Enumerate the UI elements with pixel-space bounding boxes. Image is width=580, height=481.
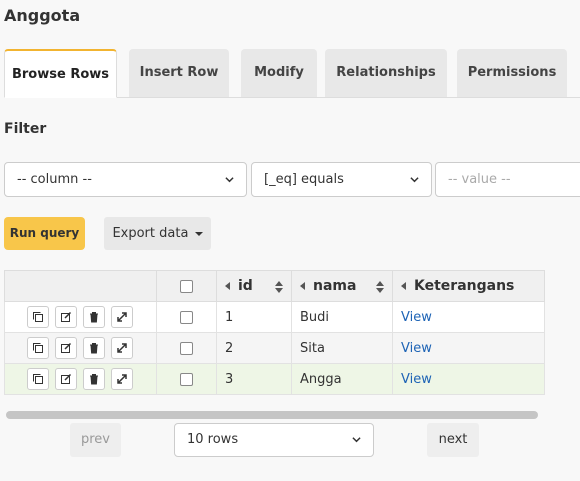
row-select-cell bbox=[156, 363, 217, 395]
delete-row-button[interactable] bbox=[83, 368, 105, 390]
row-checkbox[interactable] bbox=[180, 310, 193, 324]
edit-row-button[interactable] bbox=[55, 337, 77, 359]
cell-id: 1 bbox=[216, 301, 292, 333]
chevron-down-icon bbox=[225, 177, 234, 183]
table-header-row: id nama Keterangans bbox=[4, 270, 545, 302]
sort-icon[interactable] bbox=[376, 281, 384, 293]
column-header-label: nama bbox=[313, 278, 357, 294]
expand-icon bbox=[117, 343, 127, 353]
rows-per-page-select[interactable]: 10 rows bbox=[174, 423, 374, 457]
tab-browse-rows[interactable]: Browse Rows bbox=[4, 49, 117, 98]
edit-row-button[interactable] bbox=[55, 306, 77, 328]
copy-icon bbox=[33, 374, 43, 384]
prev-page-button[interactable]: prev bbox=[70, 423, 121, 457]
cell-nama: Sita bbox=[291, 332, 393, 364]
edit-icon bbox=[61, 373, 72, 384]
clone-row-button[interactable] bbox=[27, 337, 49, 359]
collapse-column-icon[interactable] bbox=[225, 282, 230, 290]
cell-keterangans: View bbox=[392, 363, 545, 395]
horizontal-scrollbar[interactable] bbox=[6, 411, 538, 419]
actions-header bbox=[4, 270, 157, 302]
clone-row-button[interactable] bbox=[27, 368, 49, 390]
table-row: 2 Sita View bbox=[4, 332, 545, 364]
cell-keterangans: View bbox=[392, 332, 545, 364]
data-table: id nama Keterangans 1 Budi View 2 Sita V… bbox=[4, 270, 545, 395]
collapse-column-icon[interactable] bbox=[401, 282, 406, 290]
export-data-label: Export data bbox=[112, 226, 189, 241]
cell-nama: Angga bbox=[291, 363, 393, 395]
value-input[interactable] bbox=[435, 162, 580, 197]
operator-select[interactable]: [_eq] equals bbox=[251, 162, 432, 197]
trash-icon bbox=[90, 343, 98, 354]
column-header-nama[interactable]: nama bbox=[291, 270, 393, 302]
select-all-header bbox=[156, 270, 217, 302]
column-header-label: id bbox=[238, 278, 253, 294]
chevron-down-icon bbox=[410, 177, 419, 183]
row-select-cell bbox=[156, 301, 217, 333]
row-select-cell bbox=[156, 332, 217, 364]
cell-nama: Budi bbox=[291, 301, 393, 333]
caret-down-icon bbox=[194, 231, 203, 236]
delete-row-button[interactable] bbox=[83, 337, 105, 359]
select-all-checkbox[interactable] bbox=[180, 279, 193, 293]
collapse-column-icon[interactable] bbox=[300, 282, 305, 290]
rows-per-page-value: 10 rows bbox=[187, 432, 239, 447]
view-keterangans-link[interactable]: View bbox=[401, 341, 432, 356]
column-select[interactable]: -- column -- bbox=[4, 162, 247, 197]
run-query-button[interactable]: Run query bbox=[4, 217, 85, 250]
trash-icon bbox=[90, 312, 98, 323]
table-row: 1 Budi View bbox=[4, 301, 545, 333]
page-title: Anggota bbox=[4, 6, 81, 25]
trash-icon bbox=[90, 374, 98, 385]
row-checkbox[interactable] bbox=[180, 372, 193, 386]
column-header-keterangans[interactable]: Keterangans bbox=[392, 270, 545, 302]
column-header-id[interactable]: id bbox=[216, 270, 292, 302]
expand-row-button[interactable] bbox=[111, 368, 133, 390]
export-data-button[interactable]: Export data bbox=[104, 217, 211, 250]
row-actions-cell bbox=[4, 363, 157, 395]
filter-heading: Filter bbox=[4, 121, 47, 137]
tab-bar: Browse Rows Insert Row Modify Relationsh… bbox=[4, 49, 580, 98]
row-actions-cell bbox=[4, 301, 157, 333]
row-checkbox[interactable] bbox=[180, 341, 193, 355]
tab-modify[interactable]: Modify bbox=[241, 49, 317, 97]
edit-row-button[interactable] bbox=[55, 368, 77, 390]
table-row: 3 Angga View bbox=[4, 363, 545, 395]
chevron-down-icon bbox=[352, 437, 361, 443]
cell-id: 3 bbox=[216, 363, 292, 395]
data-table-container: id nama Keterangans 1 Budi View 2 Sita V… bbox=[4, 270, 545, 395]
copy-icon bbox=[33, 343, 43, 353]
expand-row-button[interactable] bbox=[111, 337, 133, 359]
cell-keterangans: View bbox=[392, 301, 545, 333]
sort-icon[interactable] bbox=[275, 281, 283, 293]
tab-relationships[interactable]: Relationships bbox=[325, 49, 447, 97]
tab-insert-row[interactable]: Insert Row bbox=[129, 49, 229, 97]
delete-row-button[interactable] bbox=[83, 306, 105, 328]
column-select-value: -- column -- bbox=[17, 172, 92, 187]
view-keterangans-link[interactable]: View bbox=[401, 372, 432, 387]
copy-icon bbox=[33, 312, 43, 322]
edit-icon bbox=[61, 311, 72, 322]
column-header-label: Keterangans bbox=[414, 278, 515, 294]
tab-permissions[interactable]: Permissions bbox=[457, 49, 567, 97]
clone-row-button[interactable] bbox=[27, 306, 49, 328]
operator-select-value: [_eq] equals bbox=[264, 172, 344, 187]
cell-id: 2 bbox=[216, 332, 292, 364]
next-page-button[interactable]: next bbox=[427, 423, 479, 457]
row-actions-cell bbox=[4, 332, 157, 364]
expand-row-button[interactable] bbox=[111, 306, 133, 328]
view-keterangans-link[interactable]: View bbox=[401, 310, 432, 325]
expand-icon bbox=[117, 312, 127, 322]
edit-icon bbox=[61, 342, 72, 353]
expand-icon bbox=[117, 374, 127, 384]
